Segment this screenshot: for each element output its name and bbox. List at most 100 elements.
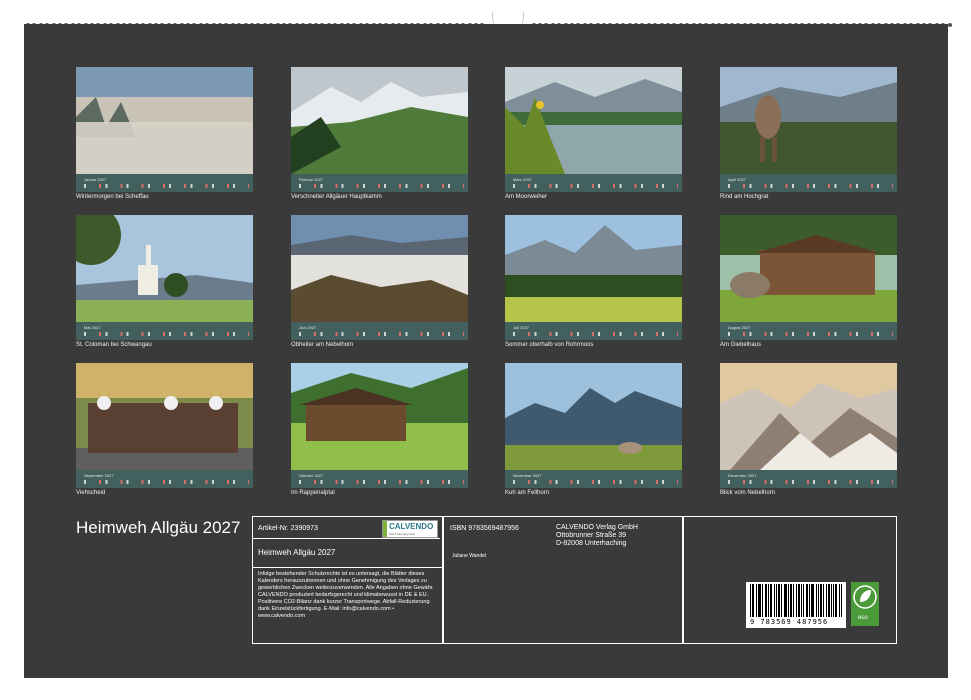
photo-caption: Im Rappenalptal	[291, 490, 335, 496]
barcode-bars	[750, 584, 842, 617]
month-tile: November 2027	[505, 363, 682, 489]
month-tile: September 2027	[76, 363, 253, 489]
photo-illustration	[505, 363, 682, 470]
month-tile: Juni 2027	[291, 215, 468, 341]
month-label: Dezember 2027	[728, 473, 757, 478]
month-calendar-strip: Januar 2027	[76, 174, 253, 192]
month-calendar-strip: März 2027	[505, 174, 682, 192]
month-photo	[291, 363, 468, 470]
month-tile: Dezember 2027	[720, 363, 897, 489]
month-tile: Mai 2027	[76, 215, 253, 341]
month-label: Juni 2027	[299, 325, 317, 330]
month-tile: März 2027	[505, 67, 682, 193]
month-label: November 2027	[513, 473, 542, 478]
photo-illustration	[720, 363, 897, 470]
month-label: Oktober 2027	[299, 473, 324, 478]
photo-illustration	[76, 215, 253, 322]
isbn: ISBN 9783569487956	[450, 525, 519, 532]
binding-hole	[947, 23, 952, 27]
month-calendar-strip: September 2027	[76, 470, 253, 488]
month-photo	[505, 67, 682, 174]
month-calendar-strip: Oktober 2027	[291, 470, 468, 488]
photo-caption: Am Moorweiher	[505, 194, 548, 200]
month-tile: Februar 2027	[291, 67, 468, 193]
photo-caption: Verschneiter Allgäuer Hauptkamm	[291, 194, 382, 200]
month-day-numbers	[84, 184, 249, 188]
month-label: August 2027	[728, 325, 751, 330]
photo-caption: Kuh am Fellhorn	[505, 490, 550, 496]
month-label: Juli 2027	[513, 325, 530, 330]
photo-illustration	[720, 67, 897, 174]
month-day-numbers	[299, 332, 464, 336]
month-photo	[720, 363, 897, 470]
month-label: September 2027	[84, 473, 114, 478]
month-day-numbers	[513, 480, 678, 484]
month-photo	[505, 215, 682, 322]
month-tile: Juli 2027	[505, 215, 682, 341]
month-photo	[505, 363, 682, 470]
calvendo-logo: CALVENDO Das Kalenderportal	[382, 520, 438, 538]
month-calendar-strip: August 2027	[720, 322, 897, 340]
photo-illustration	[720, 215, 897, 322]
month-day-numbers	[728, 480, 893, 484]
month-label: Februar 2027	[299, 177, 324, 182]
month-photo	[76, 215, 253, 322]
month-photo	[291, 67, 468, 174]
photo-caption: Blick vom Nebelhorn	[720, 490, 776, 496]
month-day-numbers	[84, 480, 249, 484]
barcode-digits: 9 783569 487956	[750, 618, 829, 626]
month-label: April 2027	[728, 177, 747, 182]
photo-caption: Sommer oberhalb von Rohrmoos	[505, 342, 594, 348]
month-photo	[76, 363, 253, 470]
month-tile: August 2027	[720, 215, 897, 341]
month-tile: Oktober 2027	[291, 363, 468, 489]
photo-illustration	[291, 215, 468, 322]
month-day-numbers	[299, 480, 464, 484]
month-tile: Januar 2027	[76, 67, 253, 193]
month-day-numbers	[513, 184, 678, 188]
photo-illustration	[505, 67, 682, 174]
month-calendar-strip: Juni 2027	[291, 322, 468, 340]
month-photo	[720, 215, 897, 322]
author-name: Juliane Wandel	[452, 553, 487, 559]
photo-illustration	[291, 67, 468, 174]
legal-notice: Infolge bestehender Schutzrechte ist es …	[258, 571, 434, 619]
month-photo	[76, 67, 253, 174]
logo-accent	[383, 521, 387, 537]
month-day-numbers	[299, 184, 464, 188]
photo-caption: Obheiter am Nebelhorn	[291, 342, 354, 348]
divider	[252, 538, 440, 539]
calendar-title: Heimweh Allgäu 2027	[76, 518, 241, 537]
photo-caption: St. Coloman bei Schwangau	[76, 342, 152, 348]
photo-caption: Wintermorgen bei Scheffau	[76, 194, 149, 200]
logo-name: CALVENDO	[389, 522, 434, 531]
month-day-numbers	[84, 332, 249, 336]
month-calendar-strip: November 2027	[505, 470, 682, 488]
photo-illustration	[505, 215, 682, 322]
product-title: Heimweh Allgäu 2027	[258, 548, 336, 557]
month-calendar-strip: April 2027	[720, 174, 897, 192]
month-photo	[291, 215, 468, 322]
logo-subtitle: Das Kalenderportal	[389, 532, 415, 536]
photo-illustration	[76, 67, 253, 174]
isbn-barcode: 9 783569 487956	[746, 582, 846, 628]
leaf-icon	[853, 585, 877, 609]
month-calendar-strip: Dezember 2027	[720, 470, 897, 488]
photo-caption: Viehscheid	[76, 490, 106, 496]
eco-label: eco	[858, 615, 868, 621]
month-day-numbers	[513, 332, 678, 336]
month-day-numbers	[728, 184, 893, 188]
publisher-street: Ottobrunner Straße 39	[556, 532, 627, 539]
photo-caption: Am Giebelhaus	[720, 342, 762, 348]
photo-caption: Rind am Hochgrat	[720, 194, 769, 200]
month-calendar-strip: Februar 2027	[291, 174, 468, 192]
publisher-name: CALVENDO Verlag GmbH	[556, 524, 638, 531]
month-label: März 2027	[513, 177, 532, 182]
publisher-city: D-82008 Unterhaching	[556, 540, 627, 547]
photo-illustration	[76, 363, 253, 470]
eco-badge: eco	[851, 582, 879, 626]
month-label: Mai 2027	[84, 325, 101, 330]
article-number: Artikel-Nr. 2390973	[258, 525, 318, 532]
month-calendar-strip: Mai 2027	[76, 322, 253, 340]
photo-illustration	[291, 363, 468, 470]
